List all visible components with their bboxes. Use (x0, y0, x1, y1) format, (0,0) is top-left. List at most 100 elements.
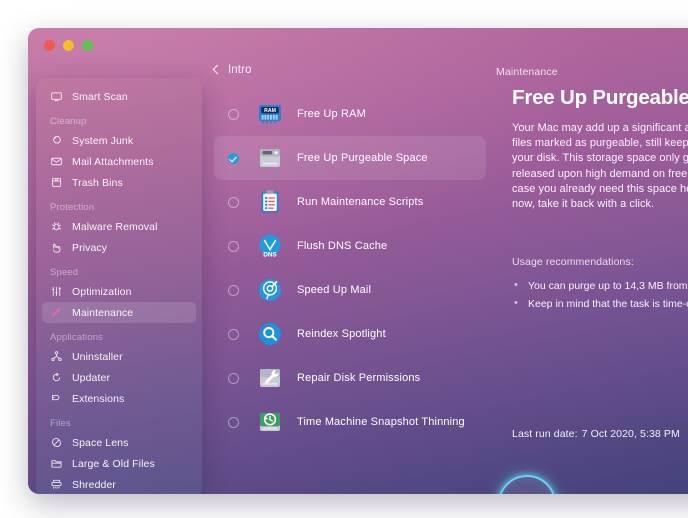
time-machine-icon (255, 407, 285, 437)
traffic-lights (44, 40, 93, 51)
sidebar-item-label: System Junk (72, 134, 134, 147)
zoom-button[interactable] (82, 40, 93, 51)
optimization-icon (50, 285, 63, 298)
mail-attachments-icon (50, 155, 63, 168)
task-label: Time Machine Snapshot Thinning (297, 416, 465, 428)
svg-text:RAM: RAM (264, 108, 276, 114)
sidebar-item-label: Uninstaller (72, 350, 123, 363)
privacy-icon (50, 241, 63, 254)
mail-speed-icon (255, 275, 285, 305)
smart-scan-icon (50, 90, 63, 103)
sidebar-item-large-old-files[interactable]: Large & Old Files (42, 453, 196, 474)
sidebar-group-protection: Protection (50, 202, 95, 213)
wrench-disk-icon (255, 363, 285, 393)
ram-chip-icon: RAM (255, 99, 285, 129)
system-junk-icon (50, 134, 63, 147)
task-detail-panel: Free Up Purgeable Space Your Mac may add… (512, 86, 688, 313)
sidebar-item-label: Space Lens (72, 436, 129, 449)
sidebar-item-label: Malware Removal (72, 220, 158, 233)
task-checkbox[interactable] (228, 240, 239, 252)
updater-icon (50, 371, 63, 384)
task-checkbox[interactable] (228, 196, 239, 208)
task-row[interactable]: Repair Disk Permissions (214, 356, 486, 400)
task-row[interactable]: Time Machine Snapshot Thinning (214, 400, 486, 444)
sidebar-item-label: Large & Old Files (72, 457, 155, 470)
task-label: Run Maintenance Scripts (297, 196, 424, 208)
sidebar: Smart Scan Cleanup System Junk Mail Atta… (36, 78, 202, 494)
task-row[interactable]: Run Maintenance Scripts (214, 180, 486, 224)
usage-recommendation-item: You can purge up to 14,3 MB from your di… (512, 276, 688, 295)
dns-icon: DNS (255, 231, 285, 261)
trash-bins-icon (50, 176, 63, 189)
screenshot-root: Intro Maintenance Smart Scan Cleanup Sys… (0, 0, 688, 518)
sidebar-item-malware-removal[interactable]: Malware Removal (42, 216, 196, 237)
task-label: Repair Disk Permissions (297, 372, 421, 384)
sidebar-item-label: Updater (72, 371, 111, 384)
section-title: Maintenance (496, 66, 558, 78)
task-checkbox[interactable] (228, 328, 239, 340)
chevron-left-icon (212, 64, 223, 75)
run-button[interactable]: Run (498, 475, 556, 494)
shredder-icon (50, 478, 63, 491)
usage-recommendations-title: Usage recommendations: (512, 256, 634, 269)
hard-drive-icon (255, 143, 285, 173)
sidebar-item-space-lens[interactable]: Space Lens (42, 432, 196, 453)
task-row[interactable]: RAM Free Up RAM (214, 92, 486, 136)
sidebar-item-label: Shredder (72, 478, 116, 491)
task-label: Free Up RAM (297, 108, 366, 120)
sidebar-item-uninstaller[interactable]: Uninstaller (42, 346, 196, 367)
sidebar-item-trash-bins[interactable]: Trash Bins (42, 172, 196, 193)
task-row[interactable]: DNS Flush DNS Cache (214, 224, 486, 268)
task-checkbox[interactable] (228, 152, 239, 164)
task-checkbox[interactable] (228, 372, 239, 384)
sidebar-group-files: Files (50, 418, 71, 429)
sidebar-item-label: Privacy (72, 241, 108, 254)
sidebar-item-label: Maintenance (72, 306, 134, 319)
maintenance-task-list: RAM Free Up RAM Free Up Purgeable Space … (214, 92, 486, 444)
sidebar-item-system-junk[interactable]: System Junk (42, 130, 196, 151)
sidebar-item-smart-scan[interactable]: Smart Scan (42, 86, 196, 107)
sidebar-item-label: Trash Bins (72, 176, 123, 189)
sidebar-item-shredder[interactable]: Shredder (42, 474, 196, 494)
sidebar-group-cleanup: Cleanup (50, 116, 87, 127)
svg-text:DNS: DNS (263, 252, 277, 259)
titlebar (28, 28, 688, 64)
detail-description: Your Mac may add up a significant amount… (512, 122, 688, 211)
task-label: Free Up Purgeable Space (297, 152, 428, 164)
app-window: Intro Maintenance Smart Scan Cleanup Sys… (28, 28, 688, 494)
last-run-date: Last run date: 7 Oct 2020, 5:38 PM (512, 428, 680, 440)
task-label: Speed Up Mail (297, 284, 372, 296)
sidebar-item-maintenance[interactable]: Maintenance (42, 302, 196, 323)
back-to-intro-label: Intro (228, 64, 252, 76)
sidebar-item-updater[interactable]: Updater (42, 367, 196, 388)
sidebar-item-optimization[interactable]: Optimization (42, 281, 196, 302)
sidebar-item-label: Optimization (72, 285, 132, 298)
task-label: Flush DNS Cache (297, 240, 388, 252)
task-row[interactable]: Speed Up Mail (214, 268, 486, 312)
task-row[interactable]: Free Up Purgeable Space (214, 136, 486, 180)
task-row[interactable]: Reindex Spotlight (214, 312, 486, 356)
sidebar-group-applications: Applications (50, 332, 104, 343)
clipboard-icon (255, 187, 285, 217)
sidebar-group-speed: Speed (50, 267, 79, 278)
maintenance-icon (50, 306, 63, 319)
close-button[interactable] (44, 40, 55, 51)
last-run-value: 7 Oct 2020, 5:38 PM (581, 428, 680, 440)
sidebar-item-label: Extensions (72, 392, 125, 405)
space-lens-icon (50, 436, 63, 449)
minimize-button[interactable] (63, 40, 74, 51)
run-area: Run 1 task (498, 475, 600, 494)
sidebar-item-mail-attachments[interactable]: Mail Attachments (42, 151, 196, 172)
sidebar-item-label: Mail Attachments (72, 155, 154, 168)
back-to-intro-link[interactable]: Intro (212, 64, 252, 76)
large-old-files-icon (50, 457, 63, 470)
task-checkbox[interactable] (228, 416, 239, 428)
sidebar-item-privacy[interactable]: Privacy (42, 237, 196, 258)
malware-removal-icon (50, 220, 63, 233)
task-checkbox[interactable] (228, 108, 239, 120)
detail-title: Free Up Purgeable Space (512, 86, 688, 109)
spotlight-icon (255, 319, 285, 349)
usage-recommendation-item: Keep in mind that the task is time-consu… (512, 294, 688, 313)
task-checkbox[interactable] (228, 284, 239, 296)
sidebar-item-extensions[interactable]: Extensions (42, 388, 196, 409)
